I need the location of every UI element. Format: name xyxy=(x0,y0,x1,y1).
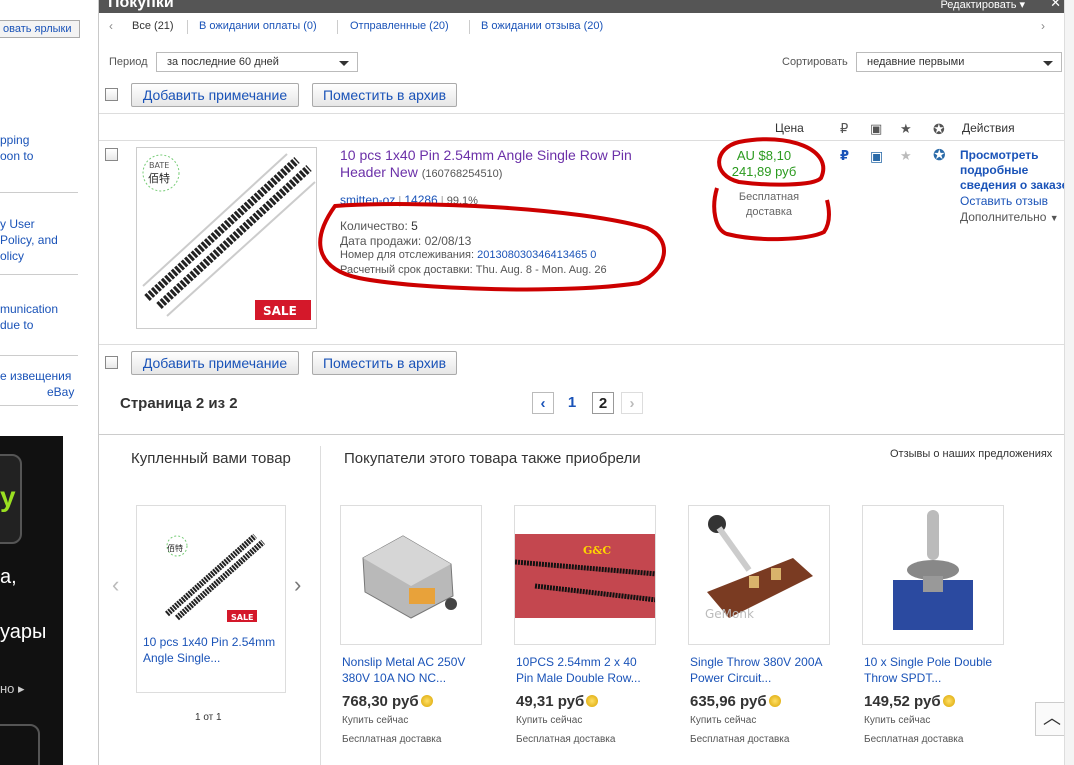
top-rated-seller-icon xyxy=(768,695,781,707)
ad-text: уары xyxy=(0,621,47,643)
purchases-panel: Покупки Редактировать ▾ ✕ ‹ Все (21) В о… xyxy=(98,0,1074,765)
buy-now-label: Купить сейчас xyxy=(342,715,409,726)
top-rated-seller-icon xyxy=(420,695,433,707)
carousel-counter: 1 от 1 xyxy=(195,712,222,723)
svg-text:G&C: G&C xyxy=(583,544,611,557)
free-shipping-label: Бесплатная доставка xyxy=(342,734,442,745)
sidebar-ad[interactable]: y а, уары но ▸ xyxy=(0,436,63,765)
also-item-price: 768,30 руб xyxy=(342,693,433,710)
sidebar-link[interactable]: Policy, and xyxy=(0,232,58,248)
ad-text: а, xyxy=(0,566,17,588)
svg-text:GeMonk: GeMonk xyxy=(705,607,754,621)
page-current-2: 2 xyxy=(592,392,614,414)
buy-now-label: Купить сейчас xyxy=(516,715,583,726)
buy-now-label: Купить сейчас xyxy=(864,715,931,726)
sidebar-link[interactable]: y User xyxy=(0,216,35,232)
archive-button-bottom[interactable]: Поместить в архив xyxy=(312,351,457,375)
svg-text:SALE: SALE xyxy=(231,613,254,622)
ad-logo-text: y xyxy=(0,481,16,512)
sidebar-link[interactable]: pping xyxy=(0,132,29,148)
sidebar-link[interactable]: olicy xyxy=(0,248,24,264)
next-page-button[interactable]: › xyxy=(621,392,643,414)
sidebar-link[interactable]: munication xyxy=(0,301,58,317)
also-item-title[interactable]: Nonslip Metal AC 250V 380V 10A NO NC... xyxy=(342,654,477,686)
free-shipping-label: Бесплатная доставка xyxy=(690,734,790,745)
svg-text:佰特: 佰特 xyxy=(167,543,183,553)
free-shipping-label: Бесплатная доставка xyxy=(516,734,616,745)
page-link-1[interactable]: 1 xyxy=(561,392,583,414)
sidebar-link[interactable]: е извещения xyxy=(0,368,71,384)
also-item-price: 149,52 руб xyxy=(864,693,955,710)
sidebar-link[interactable]: due to xyxy=(0,317,33,333)
also-bought-heading: Покупатели этого товара также приобрели xyxy=(344,450,641,467)
bought-item-title[interactable]: 10 pcs 1x40 Pin 2.54mm Angle Single... xyxy=(143,634,283,666)
also-item-price: 49,31 руб xyxy=(516,693,599,710)
sidebar-link[interactable]: eBay xyxy=(47,384,74,400)
also-item-card[interactable]: G&C xyxy=(514,505,656,645)
page-indicator: Страница 2 из 2 xyxy=(120,395,238,412)
carousel-prev-icon[interactable]: ‹ xyxy=(112,572,119,598)
also-item-card[interactable] xyxy=(862,505,1004,645)
feedback-on-offers-link[interactable]: Отзывы о наших предложениях xyxy=(890,448,1052,460)
also-item-card[interactable] xyxy=(340,505,482,645)
scrollbar[interactable] xyxy=(1064,0,1074,765)
also-item-card[interactable]: GeMonk xyxy=(688,505,830,645)
also-item-price: 635,96 руб xyxy=(690,693,781,710)
sidebar-link[interactable]: oon to xyxy=(0,148,33,164)
left-sidebar: овать ярлыки pping oon to y User Policy,… xyxy=(0,0,80,765)
red-annotations xyxy=(318,137,831,292)
also-item-title[interactable]: 10PCS 2.54mm 2 x 40 Pin Male Double Row.… xyxy=(516,654,651,686)
select-all-checkbox-bottom[interactable] xyxy=(105,356,118,369)
manage-labels-button[interactable]: овать ярлыки xyxy=(0,20,80,38)
carousel-next-icon[interactable]: › xyxy=(294,572,301,598)
top-rated-seller-icon xyxy=(942,695,955,707)
ad-cta[interactable]: но ▸ xyxy=(0,681,25,697)
prev-page-button[interactable]: ‹ xyxy=(532,392,554,414)
also-item-title[interactable]: Single Throw 380V 200A Power Circuit... xyxy=(690,654,830,686)
free-shipping-label: Бесплатная доставка xyxy=(864,734,964,745)
buy-now-label: Купить сейчас xyxy=(690,715,757,726)
add-note-button-bottom[interactable]: Добавить примечание xyxy=(131,351,299,375)
top-rated-seller-icon xyxy=(586,695,599,707)
bought-heading: Купленный вами товар xyxy=(131,450,291,467)
also-item-title[interactable]: 10 x Single Pole Double Throw SPDT... xyxy=(864,654,1004,686)
